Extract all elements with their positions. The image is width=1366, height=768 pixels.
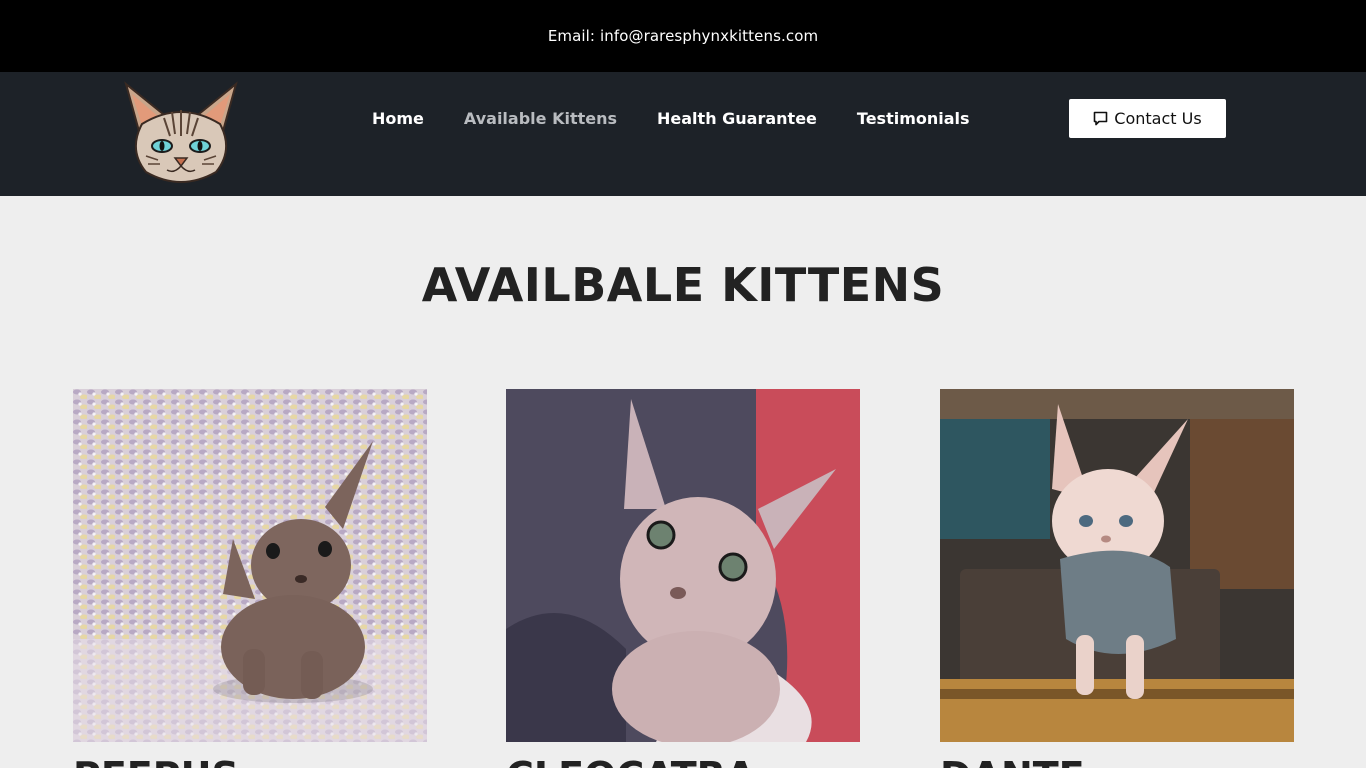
cream-sphynx-kitten-photo[interactable]: [940, 389, 1294, 742]
contact-us-button[interactable]: Contact Us: [1069, 99, 1226, 138]
kitten-name[interactable]: CLEOCATRA: [506, 754, 860, 768]
sphynx-cat-logo-icon[interactable]: [120, 80, 242, 188]
kitten-card[interactable]: DANTE: [940, 389, 1294, 768]
nav-available-kittens[interactable]: Available Kittens: [464, 109, 617, 128]
contact-email[interactable]: Email: info@raresphynxkittens.com: [548, 27, 818, 45]
kitten-card[interactable]: CLEOCATRA: [506, 389, 860, 768]
main-nav: Home Available Kittens Health Guarantee …: [372, 109, 970, 128]
lilac-sphynx-kitten-photo[interactable]: [506, 389, 860, 742]
kitten-card[interactable]: PEEPUS: [73, 389, 427, 768]
chat-icon: [1093, 111, 1108, 126]
page-title: AVAILBALE KITTENS: [421, 258, 945, 312]
top-bar: Email: info@raresphynxkittens.com: [0, 0, 1366, 72]
contact-us-label: Contact Us: [1114, 109, 1202, 128]
nav-health-guarantee[interactable]: Health Guarantee: [657, 109, 817, 128]
site-header: Home Available Kittens Health Guarantee …: [0, 72, 1366, 196]
nav-testimonials[interactable]: Testimonials: [857, 109, 970, 128]
nav-home[interactable]: Home: [372, 109, 424, 128]
kitten-name[interactable]: DANTE: [940, 754, 1294, 768]
brown-sphynx-kitten-photo[interactable]: [73, 389, 427, 742]
kitten-name[interactable]: PEEPUS: [73, 754, 427, 768]
